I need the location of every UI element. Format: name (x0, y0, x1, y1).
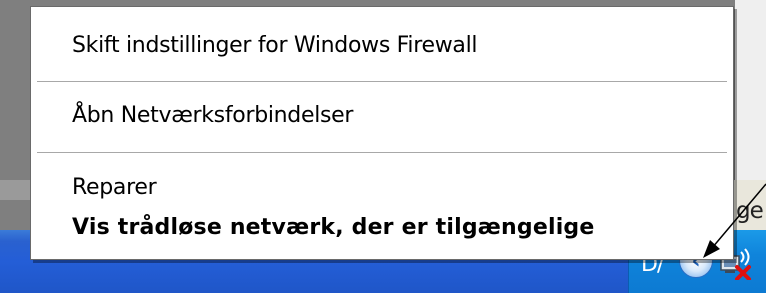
background-window-fragment[interactable]: ge (731, 180, 766, 235)
menu-item-network-connections[interactable]: Åbn Netværksforbindelser (72, 103, 353, 128)
menu-item-repair[interactable]: Reparer (72, 175, 157, 200)
desktop-background (735, 0, 766, 180)
menu-item-view-wireless-networks[interactable]: Vis trådløse netværk, der er tilgængelig… (72, 215, 595, 240)
menu-separator (37, 152, 727, 154)
menu-item-firewall-settings[interactable]: Skift indstillinger for Windows Firewall (72, 33, 478, 58)
window-fragment-text: ge (736, 198, 764, 224)
context-menu: Skift indstillinger for Windows Firewall… (30, 6, 734, 260)
menu-separator (37, 81, 727, 83)
